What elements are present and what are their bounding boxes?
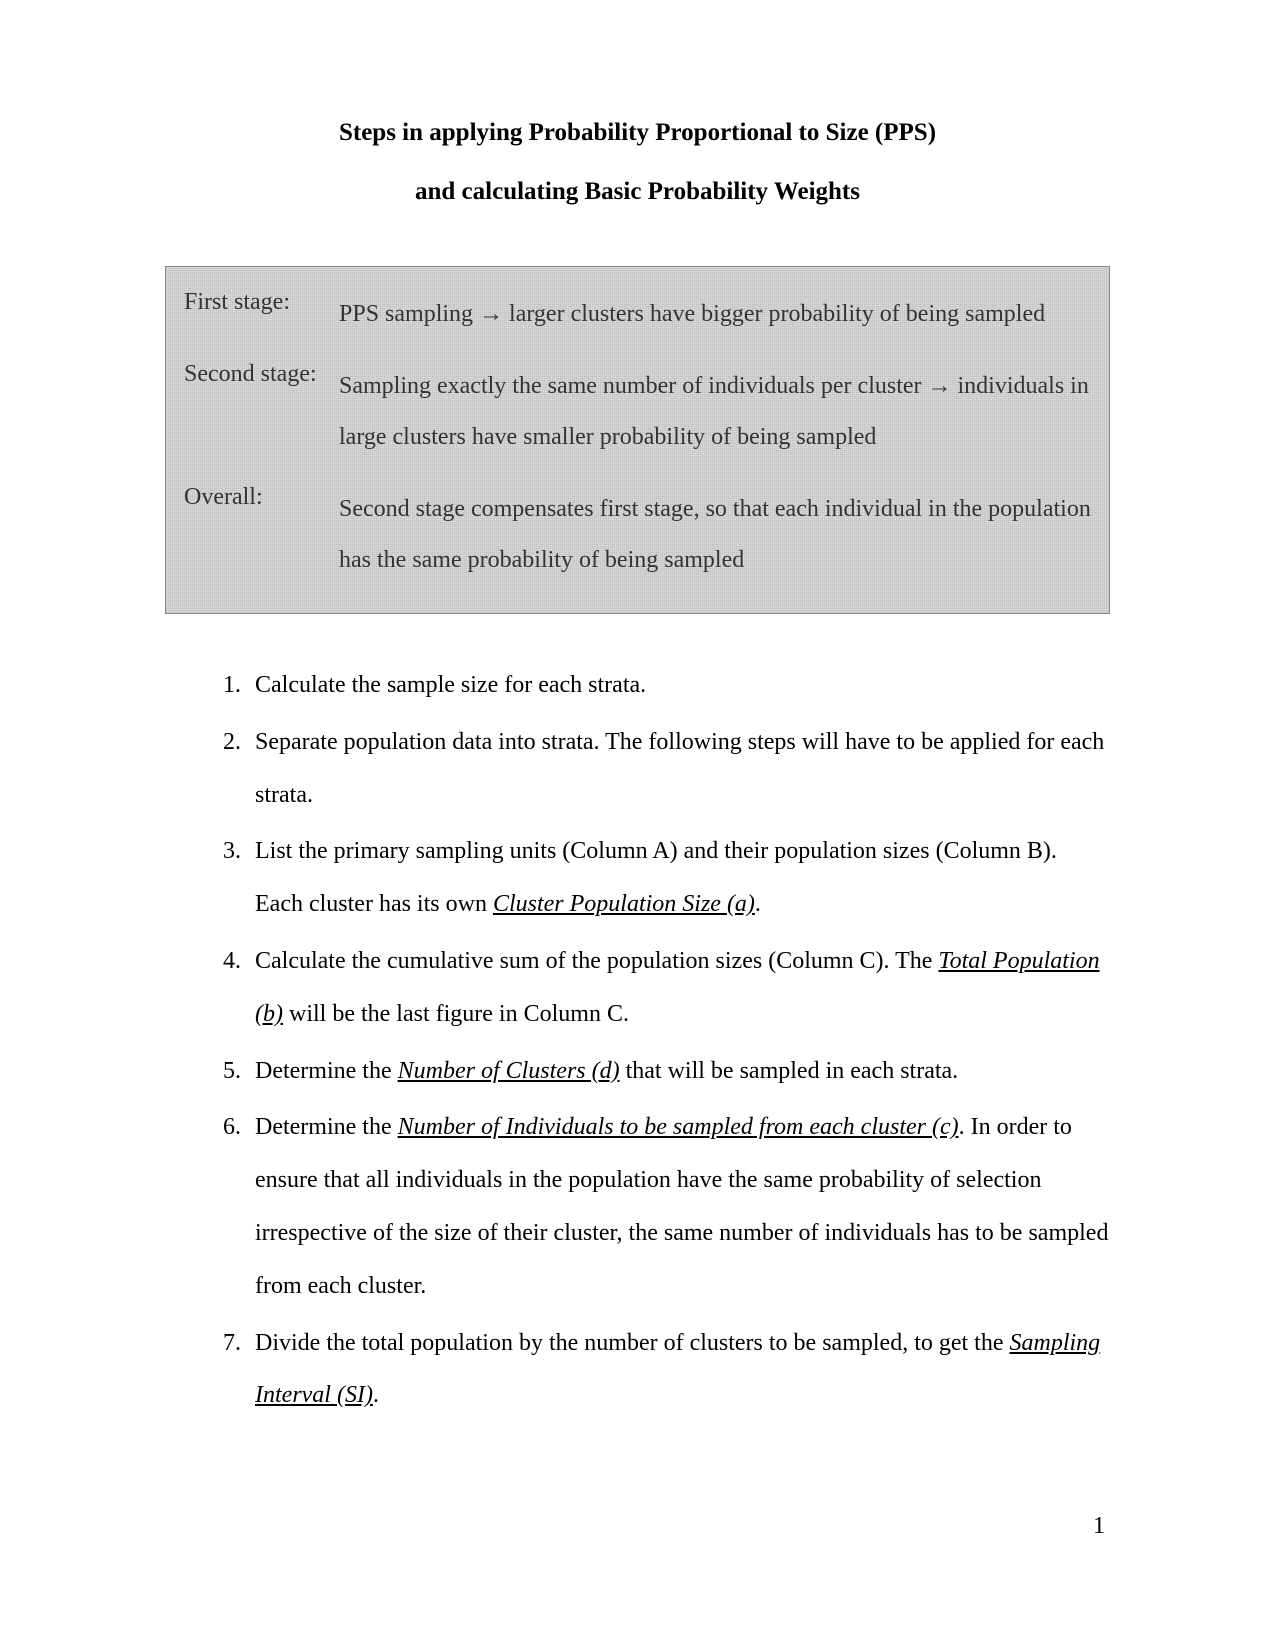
underlined-term: Cluster Population Size (a) (493, 891, 755, 917)
step-text-segment: . In order to ensure that all individual… (255, 1114, 1108, 1298)
page-content: Steps in applying Probability Proportion… (0, 0, 1275, 1422)
stages-callout-box: First stage: PPS sampling → larger clust… (165, 266, 1110, 614)
step-item: 6.Determine the Number of Individuals to… (205, 1101, 1110, 1312)
callout-row-second-stage: Second stage: Sampling exactly the same … (184, 361, 1091, 462)
step-number: 1. (205, 659, 255, 712)
step-number: 6. (205, 1101, 255, 1312)
step-text: Calculate the sample size for each strat… (255, 659, 1110, 712)
step-text-segment: . (373, 1382, 379, 1408)
title-line-1: Steps in applying Probability Proportion… (165, 115, 1110, 150)
step-item: 2.Separate population data into strata. … (205, 716, 1110, 822)
step-item: 4.Calculate the cumulative sum of the po… (205, 935, 1110, 1041)
callout-row-first-stage: First stage: PPS sampling → larger clust… (184, 289, 1091, 339)
step-number: 3. (205, 825, 255, 931)
step-item: 3.List the primary sampling units (Colum… (205, 825, 1110, 931)
underlined-term: Number of Individuals to be sampled from… (398, 1114, 959, 1140)
callout-row-overall: Overall: Second stage compensates first … (184, 484, 1091, 585)
step-text-segment: Divide the total population by the numbe… (255, 1330, 1010, 1356)
steps-list: 1.Calculate the sample size for each str… (165, 659, 1110, 1422)
callout-text: PPS sampling → larger clusters have bigg… (339, 289, 1091, 339)
step-text: Determine the Number of Clusters (d) tha… (255, 1045, 1110, 1098)
step-text: Calculate the cumulative sum of the popu… (255, 935, 1110, 1041)
callout-label: Overall: (184, 484, 339, 585)
step-text: Divide the total population by the numbe… (255, 1317, 1110, 1423)
step-number: 5. (205, 1045, 255, 1098)
step-text: List the primary sampling units (Column … (255, 825, 1110, 931)
step-item: 5.Determine the Number of Clusters (d) t… (205, 1045, 1110, 1098)
page-number: 1 (1093, 1513, 1105, 1540)
step-text-segment: . (755, 891, 761, 917)
step-item: 7.Divide the total population by the num… (205, 1317, 1110, 1423)
step-text-segment: that will be sampled in each strata. (620, 1058, 959, 1084)
step-number: 4. (205, 935, 255, 1041)
step-text-segment: Determine the (255, 1114, 398, 1140)
callout-text: Sampling exactly the same number of indi… (339, 361, 1091, 462)
callout-text: Second stage compensates first stage, so… (339, 484, 1091, 585)
step-text-segment: Calculate the sample size for each strat… (255, 672, 646, 698)
step-text: Separate population data into strata. Th… (255, 716, 1110, 822)
underlined-term: Number of Clusters (d) (398, 1058, 620, 1084)
step-text: Determine the Number of Individuals to b… (255, 1101, 1110, 1312)
step-item: 1.Calculate the sample size for each str… (205, 659, 1110, 712)
step-text-segment: will be the last figure in Column C. (283, 1001, 629, 1027)
step-text-segment: Determine the (255, 1058, 398, 1084)
title-line-2: and calculating Basic Probability Weight… (165, 178, 1110, 206)
step-text-segment: Calculate the cumulative sum of the popu… (255, 948, 938, 974)
callout-label: First stage: (184, 289, 339, 339)
callout-label: Second stage: (184, 361, 339, 462)
step-number: 7. (205, 1317, 255, 1423)
step-number: 2. (205, 716, 255, 822)
step-text-segment: Separate population data into strata. Th… (255, 729, 1104, 808)
